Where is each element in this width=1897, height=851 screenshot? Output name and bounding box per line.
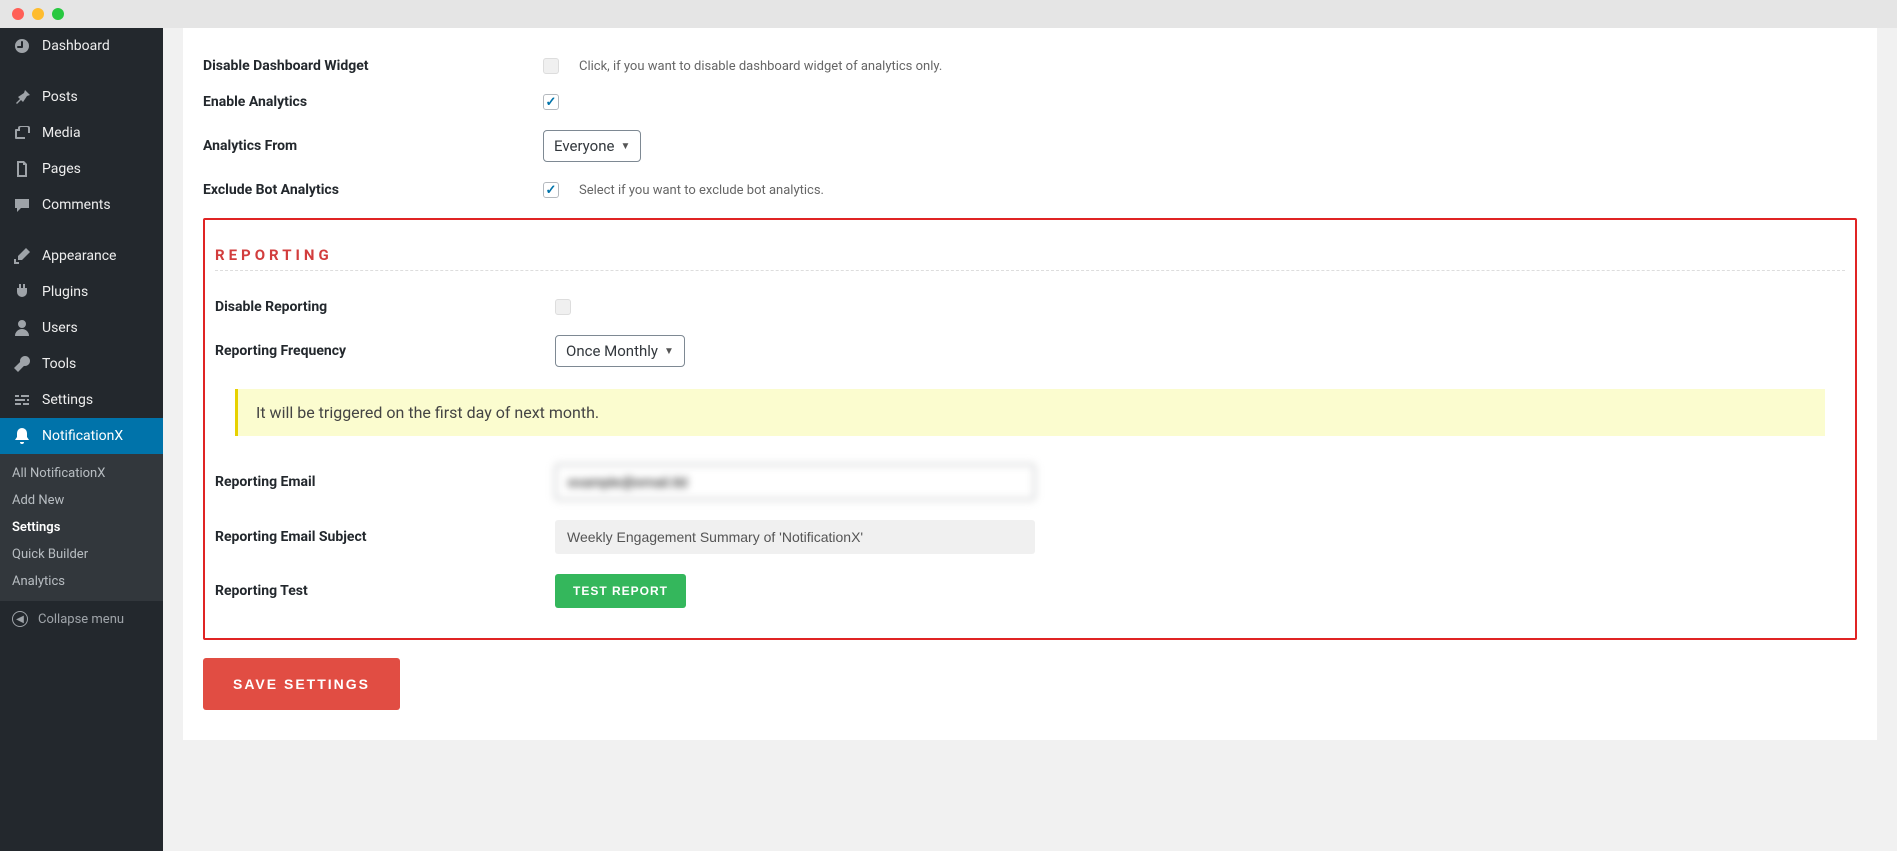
sidebar-item-appearance[interactable]: Appearance — [0, 238, 163, 274]
sidebar-item-plugins[interactable]: Plugins — [0, 274, 163, 310]
sidebar-item-label: Plugins — [42, 284, 88, 300]
row-reporting-subject: Reporting Email Subject — [215, 510, 1845, 564]
input-reporting-email[interactable] — [555, 464, 1035, 500]
sidebar-submenu: All NotificationX Add New Settings Quick… — [0, 454, 163, 601]
label-disable-dashboard-widget: Disable Dashboard Widget — [203, 58, 543, 74]
select-analytics-from[interactable]: Everyone ▼ — [543, 130, 641, 162]
wrench-icon — [12, 354, 32, 374]
sidebar-item-posts[interactable]: Posts — [0, 79, 163, 115]
label-reporting-subject: Reporting Email Subject — [215, 529, 555, 545]
test-report-button[interactable]: TEST REPORT — [555, 574, 686, 608]
submenu-quick-builder[interactable]: Quick Builder — [0, 541, 163, 568]
maximize-window-icon[interactable] — [52, 8, 64, 20]
sidebar-item-pages[interactable]: Pages — [0, 151, 163, 187]
label-disable-reporting: Disable Reporting — [215, 299, 555, 315]
sidebar-item-label: Comments — [42, 197, 111, 213]
user-icon — [12, 318, 32, 338]
sidebar-item-label: Users — [42, 320, 78, 336]
submenu-all-notificationx[interactable]: All NotificationX — [0, 460, 163, 487]
notice-frequency: It will be triggered on the first day of… — [235, 389, 1825, 436]
media-icon — [12, 123, 32, 143]
chevron-down-icon: ▼ — [664, 346, 674, 357]
window-chrome — [0, 0, 1897, 28]
row-exclude-bot-analytics: Exclude Bot Analytics Select if you want… — [203, 172, 1857, 208]
help-disable-dashboard-widget: Click, if you want to disable dashboard … — [579, 59, 942, 74]
input-reporting-subject[interactable] — [555, 520, 1035, 554]
checkbox-disable-reporting[interactable] — [555, 299, 571, 315]
row-reporting-email: Reporting Email — [215, 454, 1845, 510]
label-reporting-email: Reporting Email — [215, 474, 555, 490]
admin-sidebar: Dashboard Posts Media Pages Comments App… — [0, 28, 163, 851]
sidebar-item-label: Appearance — [42, 248, 116, 264]
plug-icon — [12, 282, 32, 302]
sidebar-item-label: Tools — [42, 356, 76, 372]
settings-panel: Disable Dashboard Widget Click, if you w… — [183, 28, 1877, 740]
label-enable-analytics: Enable Analytics — [203, 94, 543, 110]
label-exclude-bot-analytics: Exclude Bot Analytics — [203, 182, 543, 198]
checkbox-disable-dashboard-widget[interactable] — [543, 58, 559, 74]
bell-icon — [12, 426, 32, 446]
submenu-analytics[interactable]: Analytics — [0, 568, 163, 595]
sidebar-item-label: Media — [42, 125, 81, 141]
sidebar-item-tools[interactable]: Tools — [0, 346, 163, 382]
sidebar-item-notificationx[interactable]: NotificationX — [0, 418, 163, 454]
label-reporting-frequency: Reporting Frequency — [215, 343, 555, 359]
row-reporting-test: Reporting Test TEST REPORT — [215, 564, 1845, 618]
submenu-add-new[interactable]: Add New — [0, 487, 163, 514]
main-content: Disable Dashboard Widget Click, if you w… — [163, 28, 1897, 851]
select-value: Everyone — [554, 137, 614, 155]
chevron-down-icon: ▼ — [620, 141, 630, 152]
sidebar-item-media[interactable]: Media — [0, 115, 163, 151]
page-icon — [12, 159, 32, 179]
select-reporting-frequency[interactable]: Once Monthly ▼ — [555, 335, 685, 367]
collapse-menu-button[interactable]: ◀ Collapse menu — [0, 601, 163, 637]
collapse-label: Collapse menu — [38, 612, 124, 627]
sidebar-item-settings[interactable]: Settings — [0, 382, 163, 418]
help-exclude-bot-analytics: Select if you want to exclude bot analyt… — [579, 183, 824, 198]
collapse-icon: ◀ — [12, 611, 28, 627]
comment-icon — [12, 195, 32, 215]
submenu-settings[interactable]: Settings — [0, 514, 163, 541]
sliders-icon — [12, 390, 32, 410]
row-disable-reporting: Disable Reporting — [215, 289, 1845, 325]
row-analytics-from: Analytics From Everyone ▼ — [203, 120, 1857, 172]
dashboard-icon — [12, 36, 32, 56]
sidebar-item-comments[interactable]: Comments — [0, 187, 163, 223]
sidebar-item-label: Pages — [42, 161, 81, 177]
checkbox-exclude-bot-analytics[interactable] — [543, 182, 559, 198]
save-settings-button[interactable]: SAVE SETTINGS — [203, 658, 400, 710]
sidebar-item-label: Dashboard — [42, 38, 110, 54]
sidebar-item-label: Settings — [42, 392, 93, 408]
pin-icon — [12, 87, 32, 107]
select-value: Once Monthly — [566, 342, 658, 360]
sidebar-item-dashboard[interactable]: Dashboard — [0, 28, 163, 64]
section-heading-reporting: REPORTING — [215, 240, 1845, 271]
minimize-window-icon[interactable] — [32, 8, 44, 20]
row-enable-analytics: Enable Analytics — [203, 84, 1857, 120]
label-analytics-from: Analytics From — [203, 138, 543, 154]
close-window-icon[interactable] — [12, 8, 24, 20]
checkbox-enable-analytics[interactable] — [543, 94, 559, 110]
label-reporting-test: Reporting Test — [215, 583, 555, 599]
sidebar-item-label: Posts — [42, 89, 78, 105]
sidebar-item-label: NotificationX — [42, 428, 123, 444]
sidebar-item-users[interactable]: Users — [0, 310, 163, 346]
brush-icon — [12, 246, 32, 266]
row-disable-dashboard-widget: Disable Dashboard Widget Click, if you w… — [203, 48, 1857, 84]
row-reporting-frequency: Reporting Frequency Once Monthly ▼ — [215, 325, 1845, 377]
reporting-highlight: REPORTING Disable Reporting Reporting Fr… — [203, 218, 1857, 640]
